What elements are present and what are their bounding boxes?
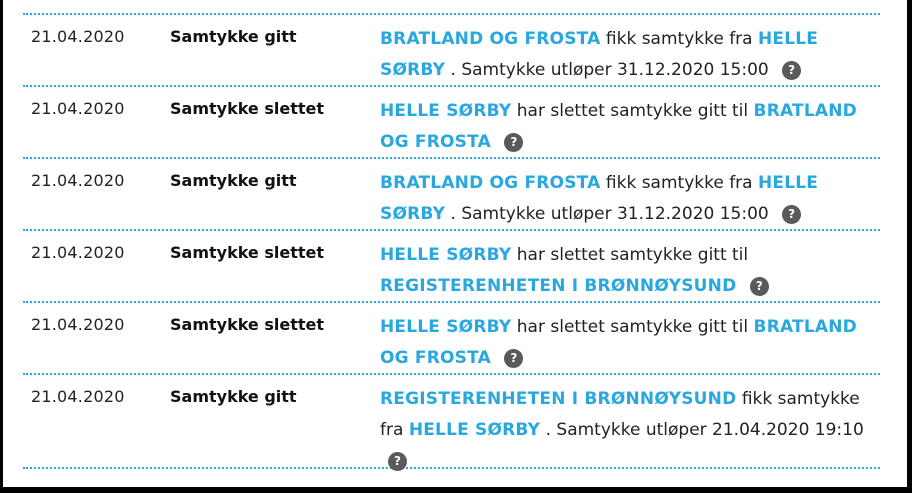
event-date: 21.04.2020 (31, 243, 125, 262)
event-description: HELLE SØRBY har slettet samtykke gitt ti… (380, 312, 870, 374)
party-link[interactable]: REGISTERENHETEN I BRØNNØYSUND (380, 389, 736, 409)
event-expiry-text: . Samtykke utløper 31.12.2020 15:00 (450, 204, 769, 224)
party-link[interactable]: REGISTERENHETEN I BRØNNØYSUND (380, 276, 736, 296)
event-text: har slettet samtykke gitt til (516, 245, 749, 265)
event-date: 21.04.2020 (31, 171, 125, 190)
event-description: HELLE SØRBY har slettet samtykke gitt ti… (380, 96, 870, 158)
event-text: fikk samtykke fra (605, 29, 753, 49)
help-icon[interactable]: ? (782, 61, 802, 80)
event-type: Samtykke gitt (170, 171, 297, 190)
list-item: 21.04.2020 Samtykke slettet HELLE SØRBY … (23, 301, 880, 373)
help-icon[interactable]: ? (504, 349, 524, 368)
event-text: fikk samtykke fra (605, 173, 753, 193)
help-icon[interactable]: ? (782, 205, 802, 224)
help-icon[interactable]: ? (749, 277, 769, 296)
party-link[interactable]: HELLE SØRBY (380, 317, 511, 337)
help-icon[interactable]: ? (388, 452, 407, 471)
event-type: Samtykke slettet (170, 315, 324, 334)
event-expiry-text: . Samtykke utløper 21.04.2020 19:10 (545, 420, 864, 440)
list-item: 21.04.2020 Samtykke slettet HELLE SØRBY … (23, 85, 880, 157)
event-type: Samtykke slettet (170, 243, 324, 262)
party-link[interactable]: HELLE SØRBY (380, 245, 511, 265)
event-type: Samtykke gitt (170, 387, 297, 406)
party-link[interactable]: BRATLAND OG FROSTA (380, 29, 600, 49)
party-link[interactable]: HELLE SØRBY (409, 420, 540, 440)
list-item: 21.04.2020 Samtykke gitt BRATLAND OG FRO… (23, 157, 880, 229)
help-icon[interactable]: ? (504, 133, 524, 152)
event-description: BRATLAND OG FROSTA fikk samtykke fra HEL… (380, 168, 870, 230)
event-description: BRATLAND OG FROSTA fikk samtykke fra HEL… (380, 24, 870, 86)
consent-log-list: 21.04.2020 Samtykke gitt BRATLAND OG FRO… (23, 13, 880, 471)
event-description: REGISTERENHETEN I BRØNNØYSUND fikk samty… (380, 384, 870, 477)
window-bottom-edge (0, 487, 912, 493)
event-type: Samtykke gitt (170, 27, 297, 46)
party-link[interactable]: HELLE SØRBY (380, 101, 511, 121)
event-text: har slettet samtykke gitt til (516, 101, 749, 121)
event-text: har slettet samtykke gitt til (516, 317, 749, 337)
event-type: Samtykke slettet (170, 99, 324, 118)
event-expiry-text: . Samtykke utløper 31.12.2020 15:00 (450, 60, 769, 80)
party-link[interactable]: BRATLAND OG FROSTA (380, 173, 600, 193)
list-item: 21.04.2020 Samtykke slettet HELLE SØRBY … (23, 229, 880, 301)
event-date: 21.04.2020 (31, 387, 125, 406)
list-item: 21.04.2020 Samtykke gitt REGISTERENHETEN… (23, 373, 880, 471)
event-date: 21.04.2020 (31, 315, 125, 334)
list-item: 21.04.2020 Samtykke gitt BRATLAND OG FRO… (23, 13, 880, 85)
event-description: HELLE SØRBY har slettet samtykke gitt ti… (380, 240, 870, 302)
consent-log-panel: 21.04.2020 Samtykke gitt BRATLAND OG FRO… (3, 0, 907, 487)
event-date: 21.04.2020 (31, 27, 125, 46)
event-date: 21.04.2020 (31, 99, 125, 118)
